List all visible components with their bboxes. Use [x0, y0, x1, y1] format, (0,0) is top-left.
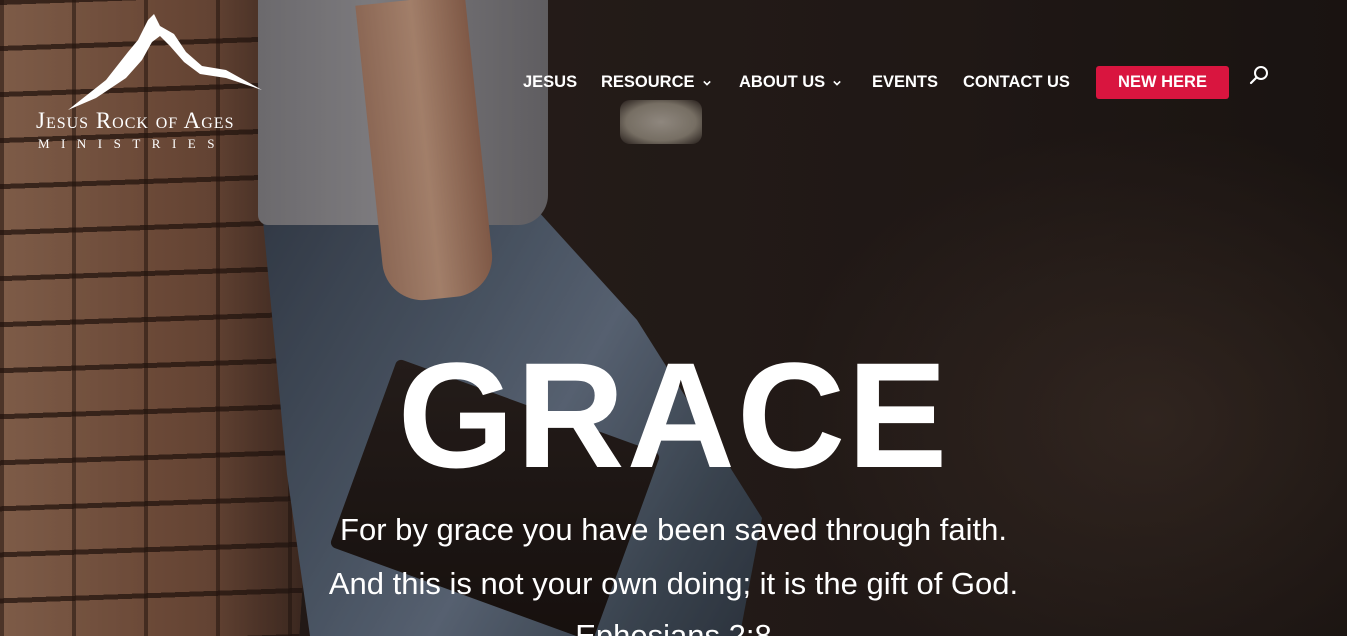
- logo-subtitle: MINISTRIES: [38, 136, 226, 151]
- nav-item-events[interactable]: EVENTS: [872, 73, 938, 92]
- search-icon[interactable]: [1249, 64, 1271, 86]
- main-navigation: JESUS RESOURCE ABOUT US EVENTS CONTACT U…: [0, 66, 1347, 100]
- nav-item-resource[interactable]: RESOURCE: [601, 73, 711, 92]
- hero-verse-line-1: For by grace you have been saved through…: [340, 512, 1007, 547]
- hero-title: GRACE: [397, 331, 950, 499]
- hero-verse-line-2: And this is not your own doing; it is th…: [328, 566, 1019, 601]
- logo-title: Jesus Rock of Ages: [36, 108, 235, 133]
- hero-verse-reference: Ephesians 2:8: [575, 618, 772, 636]
- nav-item-about-us[interactable]: ABOUT US: [739, 73, 841, 92]
- nav-item-jesus[interactable]: JESUS: [523, 73, 577, 92]
- nav-item-contact-us[interactable]: CONTACT US: [963, 73, 1070, 92]
- chevron-down-icon: [833, 80, 841, 86]
- new-here-button[interactable]: NEW HERE: [1096, 66, 1229, 99]
- chevron-down-icon: [702, 80, 711, 86]
